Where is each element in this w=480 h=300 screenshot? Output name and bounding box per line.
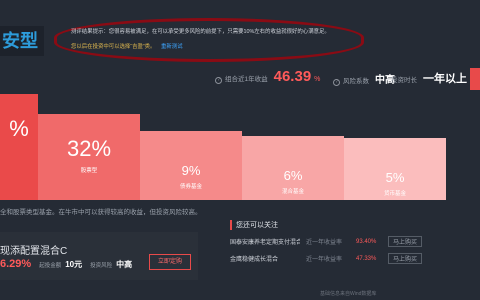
- type-description: 全和股票类型基金。在牛市中可以获得较高的收益，但投资风险较高。: [0, 209, 202, 216]
- return-value: 46.39: [273, 68, 312, 85]
- chart-bar: 5% 货币基金: [344, 138, 446, 200]
- fund-risk-value: 中高: [116, 260, 133, 269]
- bar-value-label: 5%: [385, 170, 405, 185]
- invest-value: 10元: [65, 260, 83, 269]
- allocation-chart: % 32% 股票型 9% 债券基金 6% 混合基金 5% 货币基金: [0, 0, 480, 200]
- chart-bar: 32% 股票型: [38, 114, 140, 200]
- fund-name[interactable]: 现添配置混合C: [0, 242, 67, 257]
- fund-card[interactable]: 现添配置混合C 6.29% 起投金额 10元 投资风险 中高 立即定购: [0, 232, 198, 280]
- bar-category-label: 混合基金: [281, 189, 304, 195]
- buy-button[interactable]: 马上购买: [388, 236, 423, 247]
- buy-button[interactable]: 立即定购: [149, 254, 191, 270]
- bar-category-label: 股票型: [80, 168, 98, 174]
- risk-label: 风险系数: [343, 78, 369, 85]
- risk-stat: ? 风险系数 中高: [333, 71, 395, 86]
- chart-bar: 6% 混合基金: [242, 136, 344, 200]
- help-icon[interactable]: ?: [333, 79, 340, 86]
- return-unit: %: [314, 76, 321, 83]
- buy-button[interactable]: 马上购买: [388, 253, 423, 264]
- fund-info-row: 6.29% 起投金额 10元 投资风险 中高: [0, 258, 132, 270]
- fund-risk-label: 投资风险: [90, 263, 113, 269]
- return-label: 组合近1年收益: [225, 76, 268, 83]
- bar-value-label: 32%: [66, 136, 112, 161]
- bar-value-label: 6%: [283, 168, 303, 183]
- return-value: 93.40%: [356, 238, 377, 245]
- term-value: 一年以上: [423, 73, 467, 85]
- help-icon[interactable]: ?: [215, 77, 222, 84]
- bar-value-label: %: [9, 116, 29, 141]
- fund-name[interactable]: 国泰安康养老定期支付混合C: [230, 237, 300, 246]
- return-label: 近一年收益率: [306, 257, 343, 263]
- footer-note: 基础信息来自Wind数据库: [320, 291, 377, 297]
- chart-bar: 9% 债券基金: [140, 131, 242, 200]
- side-tab[interactable]: [470, 68, 480, 90]
- term-stat: 投资时长 一年以上: [391, 70, 467, 86]
- return-label: 近一年收益率: [306, 240, 343, 246]
- recommend-header: 您还可以关注: [230, 220, 480, 230]
- return-value: 47.33%: [356, 255, 377, 262]
- portfolio-stats: ? 组合近1年收益 46.39 % ? 风险系数 中高 投资时长 一年以上: [215, 68, 480, 88]
- bar-category-label: 货币基金: [383, 191, 406, 197]
- fund-return: 6.29%: [0, 258, 32, 270]
- bar-category-label: 债券基金: [179, 184, 202, 190]
- bar-value-label: 9%: [181, 163, 201, 178]
- recommend-panel: 您还可以关注 国泰安康养老定期支付混合C 近一年收益率 93.40% 马上购买 …: [230, 220, 480, 276]
- chart-bar: %: [0, 94, 38, 200]
- return-stat: ? 组合近1年收益 46.39 %: [215, 68, 320, 85]
- list-item[interactable]: 金鹰稳健成长混合 近一年收益率 47.33% 马上购买: [230, 253, 480, 264]
- fund-name[interactable]: 金鹰稳健成长混合: [230, 254, 300, 263]
- invest-label: 起投金额: [39, 263, 62, 269]
- term-label: 投资时长: [391, 77, 417, 84]
- list-item[interactable]: 国泰安康养老定期支付混合C 近一年收益率 93.40% 马上购买: [230, 236, 480, 247]
